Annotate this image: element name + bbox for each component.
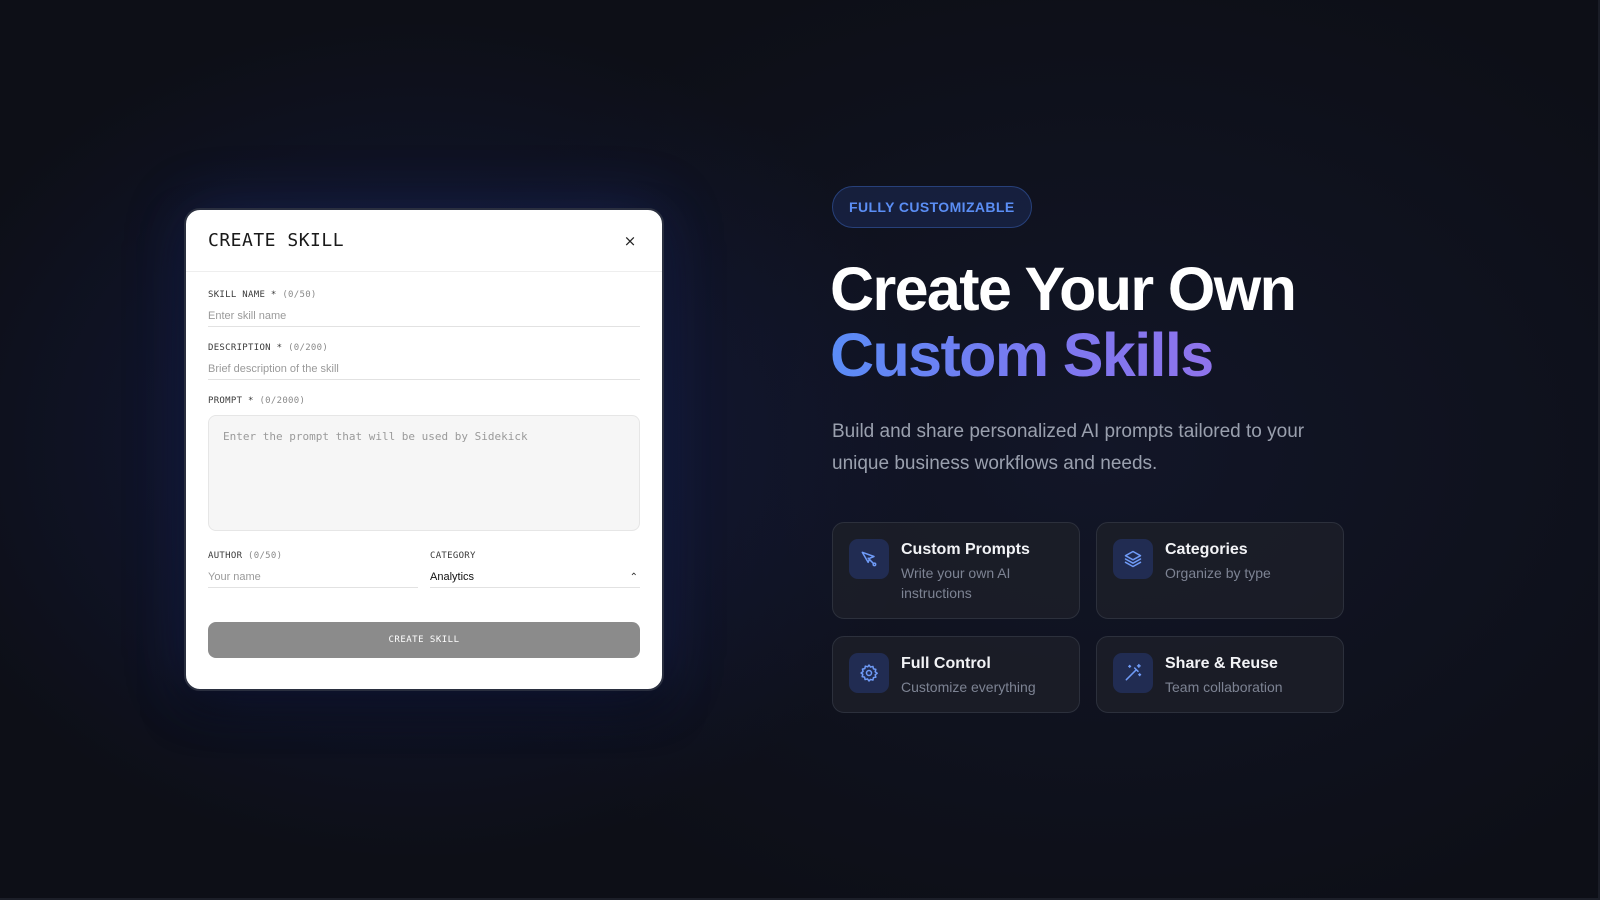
description-input[interactable] [208, 353, 640, 380]
feature-badge: FULLY CUSTOMIZABLE [832, 186, 1032, 228]
author-label: AUTHOR (0/50) [208, 551, 283, 561]
create-skill-button[interactable]: CREATE SKILL [208, 622, 640, 658]
category-label: CATEGORY [430, 551, 476, 561]
feature-card-categories: Categories Organize by type [1096, 522, 1344, 619]
category-select[interactable]: Analytics ⌃ [430, 561, 640, 588]
description-field: DESCRIPTION * (0/200) [208, 343, 640, 380]
description-label: DESCRIPTION * (0/200) [208, 343, 329, 353]
category-field: CATEGORY Analytics ⌃ [430, 551, 640, 588]
prompt-counter: (0/2000) [259, 396, 306, 406]
feature-desc: Team collaboration [1165, 679, 1283, 695]
skill-name-counter: (0/50) [282, 290, 317, 300]
feature-card-custom-prompts: Custom Prompts Write your own AI instruc… [832, 522, 1080, 619]
author-counter: (0/50) [248, 551, 283, 561]
page-stage: CREATE SKILL × SKILL NAME * (0/50) DESCR… [0, 0, 1600, 900]
pen-tool-icon [849, 539, 889, 579]
skill-name-input[interactable] [208, 300, 640, 327]
modal-title: CREATE SKILL [208, 230, 345, 251]
feature-desc: Customize everything [901, 679, 1036, 695]
skill-name-label: SKILL NAME * (0/50) [208, 290, 317, 300]
feature-card-full-control: Full Control Customize everything [832, 636, 1080, 713]
feature-desc: Write your own AI instructions [901, 565, 1011, 601]
chevron-up-icon: ⌃ [629, 571, 638, 583]
feature-title: Share & Reuse [1165, 655, 1278, 672]
hero-title: Create Your Own Custom Skills [830, 256, 1530, 388]
skill-name-field: SKILL NAME * (0/50) [208, 290, 640, 327]
feature-card-share-reuse: Share & Reuse Team collaboration [1096, 636, 1344, 713]
close-icon[interactable]: × [620, 231, 640, 251]
prompt-field: PROMPT * (0/2000) [208, 396, 640, 531]
author-field: AUTHOR (0/50) [208, 551, 418, 588]
create-skill-modal: CREATE SKILL × SKILL NAME * (0/50) DESCR… [184, 208, 664, 691]
modal-body: SKILL NAME * (0/50) DESCRIPTION * (0/200… [186, 272, 662, 658]
magic-wand-icon [1113, 653, 1153, 693]
gear-icon [849, 653, 889, 693]
modal-header: CREATE SKILL × [186, 210, 662, 272]
feature-title: Full Control [901, 655, 991, 672]
feature-title: Categories [1165, 541, 1248, 558]
author-input[interactable] [208, 561, 418, 588]
description-counter: (0/200) [288, 343, 329, 353]
hero-title-line1: Create Your Own [830, 255, 1297, 323]
hero-title-line2: Custom Skills [830, 321, 1214, 389]
prompt-textarea[interactable] [208, 415, 640, 531]
author-category-row: AUTHOR (0/50) CATEGORY Analytics ⌃ [208, 551, 640, 588]
feature-title: Custom Prompts [901, 541, 1030, 558]
category-selected-value: Analytics [430, 571, 475, 583]
hero-subtitle: Build and share personalized AI prompts … [832, 421, 1305, 474]
feature-desc: Organize by type [1165, 565, 1271, 581]
layers-icon [1113, 539, 1153, 579]
prompt-label: PROMPT * (0/2000) [208, 396, 306, 406]
